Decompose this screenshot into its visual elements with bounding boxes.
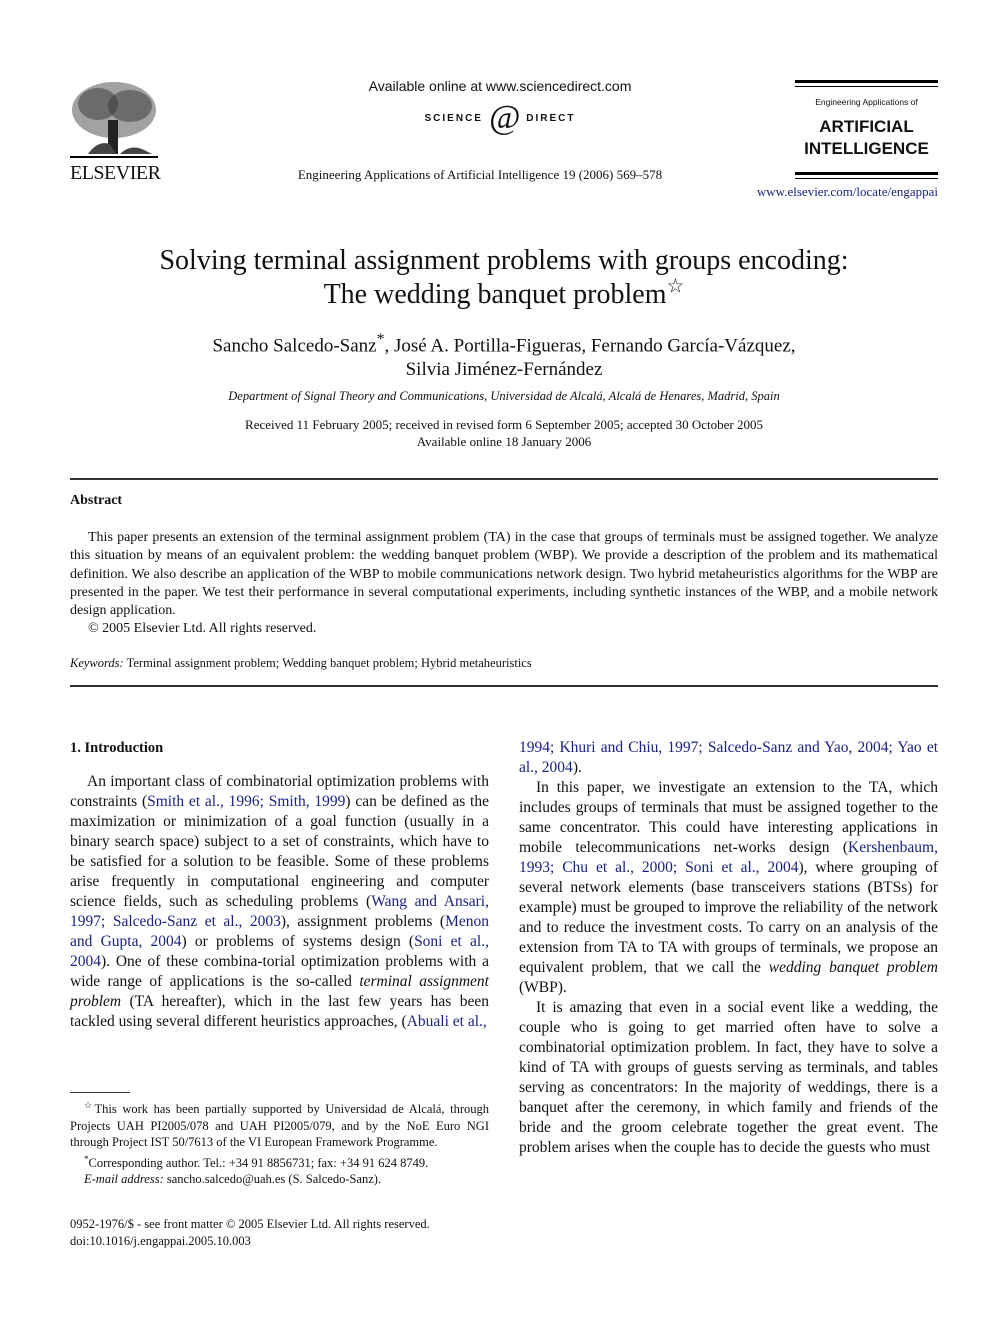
received-dates: Received 11 February 2005; received in r… xyxy=(245,417,763,432)
available-date: Available online 18 January 2006 xyxy=(416,434,592,449)
email-address-link[interactable]: sancho.salcedo@uah.es (S. Salcedo-Sanz). xyxy=(164,1172,381,1186)
journal-box-subtitle: Engineering Applications of xyxy=(815,97,918,107)
intro-paragraph-2: In this paper, we investigate an extensi… xyxy=(519,778,938,998)
article-title: Solving terminal assignment problems wit… xyxy=(70,244,938,312)
corresponding-text: Corresponding author. Tel.: +34 91 88567… xyxy=(88,1155,429,1170)
sciencedirect-left: SCIENCE xyxy=(424,112,483,124)
author-list: Sancho Salcedo-Sanz*, José A. Portilla-F… xyxy=(70,328,938,382)
body-column-left: 1. Introduction An important class of co… xyxy=(70,738,489,1032)
article-dates: Received 11 February 2005; received in r… xyxy=(70,416,938,450)
body-text: ), assignment problems ( xyxy=(280,913,446,930)
intro-paragraph-3: It is amazing that even in a social even… xyxy=(519,998,938,1158)
body-column-right: 1994; Khuri and Chiu, 1997; Salcedo-Sanz… xyxy=(519,738,938,1158)
journal-box-title: ARTIFICIAL INTELLIGENCE xyxy=(795,116,938,160)
title-line-1: Solving terminal assignment problems wit… xyxy=(159,245,849,276)
abstract-copyright: © 2005 Elsevier Ltd. All rights reserved… xyxy=(88,621,317,637)
abstract-top-rule xyxy=(70,478,938,480)
sciencedirect-logo[interactable]: SCIENCE @ DIRECT xyxy=(370,98,630,138)
issn-line: 0952-1976/$ - see front matter © 2005 El… xyxy=(70,1217,430,1231)
journal-box-rule-top-thin xyxy=(795,86,938,87)
affiliation: Department of Signal Theory and Communic… xyxy=(228,389,780,403)
corresponding-mark[interactable]: * xyxy=(377,331,385,348)
body-text: (WBP). xyxy=(519,979,567,996)
emphasis-text: wedding banquet problem xyxy=(768,959,938,976)
body-text: ). xyxy=(572,759,582,776)
body-text: It is amazing that even in a social even… xyxy=(519,999,938,1156)
citation-link[interactable]: Abuali et al., xyxy=(407,1013,487,1030)
section-heading-introduction: 1. Introduction xyxy=(70,740,164,756)
publisher-name: ELSEVIER xyxy=(70,162,161,184)
front-matter: 0952-1976/$ - see front matter © 2005 El… xyxy=(70,1216,489,1250)
journal-box-rule-bottom xyxy=(795,172,938,175)
authors-line-1: Sancho Salcedo-Sanz*, José A. Portilla-F… xyxy=(70,328,938,358)
email-footnote: E-mail address: sancho.salcedo@uah.es (S… xyxy=(70,1171,489,1188)
abstract-bottom-rule xyxy=(70,685,938,687)
title-line-2: The wedding banquet problem☆ xyxy=(70,276,938,312)
authors-rest: , José A. Portilla-Figueras, Fernando Ga… xyxy=(384,335,796,357)
keywords-list: Terminal assignment problem; Wedding ban… xyxy=(126,656,532,670)
journal-box-title-line1: ARTIFICIAL xyxy=(819,117,914,136)
author-1[interactable]: Sancho Salcedo-Sanz xyxy=(212,335,376,356)
footnote-rule xyxy=(70,1092,130,1093)
available-online-link[interactable]: Available online at www.sciencedirect.co… xyxy=(320,78,680,94)
journal-citation: Engineering Applications of Artificial I… xyxy=(297,167,663,182)
corresponding-footnote: *Corresponding author. Tel.: +34 91 8856… xyxy=(70,1151,489,1172)
funding-footnote: ☆This work has been partially supported … xyxy=(70,1097,489,1151)
intro-paragraph-1: An important class of combinatorial opti… xyxy=(70,772,489,1032)
star-footnote-mark: ☆ xyxy=(84,1100,95,1110)
funding-text: This work has been partially supported b… xyxy=(70,1102,489,1150)
sciencedirect-at-icon: @ xyxy=(488,99,521,136)
elsevier-tree-logo xyxy=(68,80,160,162)
abstract-heading: Abstract xyxy=(70,493,123,508)
keywords: Keywords: Terminal assignment problem; W… xyxy=(70,656,938,671)
authors-line-2: Silvia Jiménez-Fernández xyxy=(405,359,603,381)
footnotes: ☆This work has been partially supported … xyxy=(70,1097,489,1188)
abstract-body: This paper presents an extension of the … xyxy=(70,529,938,639)
title-line-2-text: The wedding banquet problem xyxy=(323,279,667,310)
email-label: E-mail address: xyxy=(84,1172,164,1187)
sciencedirect-right: DIRECT xyxy=(526,112,576,124)
journal-box-rule-bottom-thin xyxy=(795,178,938,179)
citation-link[interactable]: Smith et al., 1996; Smith, 1999 xyxy=(147,793,345,810)
keywords-label: Keywords: xyxy=(70,656,124,670)
abstract-text: This paper presents an extension of the … xyxy=(70,530,938,619)
journal-url-link[interactable]: www.elsevier.com/locate/engappai xyxy=(730,184,938,200)
journal-box-rule-top xyxy=(795,80,938,83)
journal-box-title-line2: INTELLIGENCE xyxy=(804,139,929,158)
doi-link[interactable]: doi:10.1016/j.engappai.2005.10.003 xyxy=(70,1233,489,1250)
intro-paragraph-1-continued: 1994; Khuri and Chiu, 1997; Salcedo-Sanz… xyxy=(519,738,938,778)
body-text: ) or problems of systems design ( xyxy=(181,933,415,950)
star-footnote-icon[interactable]: ☆ xyxy=(666,276,684,298)
